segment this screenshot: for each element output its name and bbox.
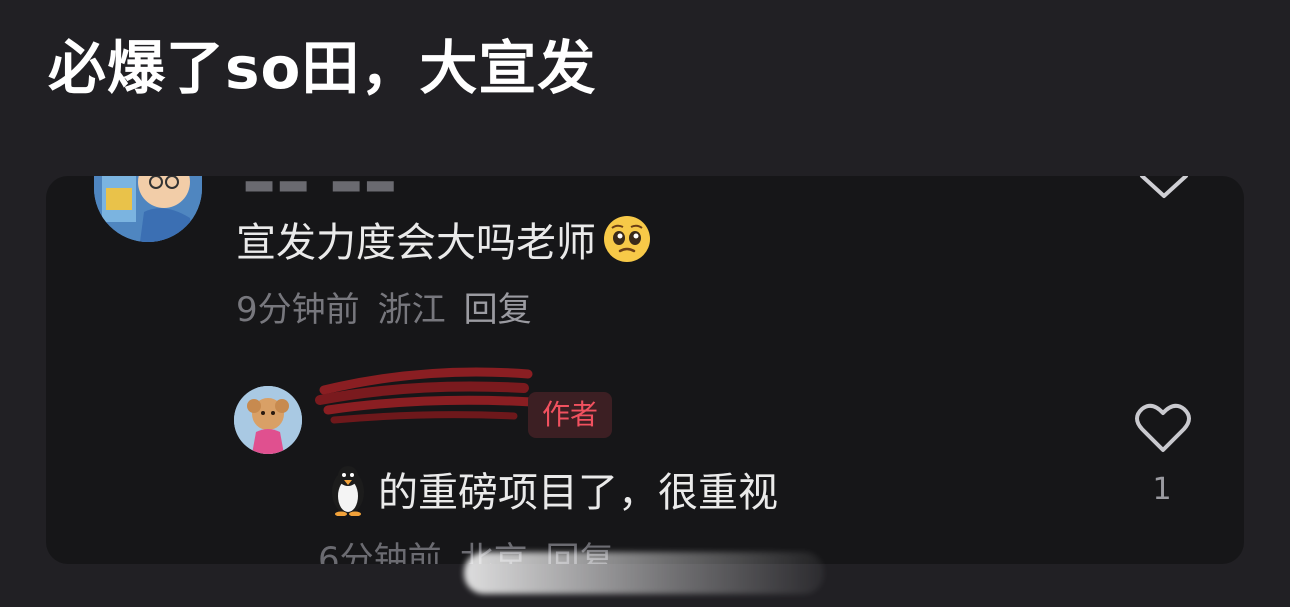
blurred-watermark bbox=[464, 552, 824, 594]
commenter-avatar[interactable] bbox=[94, 176, 202, 242]
reply-time: 6分钟前 bbox=[318, 540, 442, 564]
commenter-name-cropped: ▂▂ ▂▂ bbox=[246, 176, 401, 192]
comment-body: 宣发力度会大吗老师 bbox=[236, 220, 596, 266]
comment-reply-button[interactable]: 回复 bbox=[464, 290, 532, 330]
comment-meta: 9分钟前 浙江 回复 bbox=[236, 286, 550, 334]
chevron-down-icon[interactable] bbox=[1136, 176, 1192, 206]
heart-icon[interactable] bbox=[1134, 402, 1192, 454]
comment-location: 浙江 bbox=[377, 290, 446, 330]
screenshot-page: 必爆了so田，大宣发 ▂▂ ▂▂ 宣发力度会大吗老师 bbox=[0, 0, 1290, 607]
reply-text: 的重磅项目了，很重视 bbox=[328, 464, 778, 521]
comment-text: 宣发力度会大吗老师 bbox=[236, 214, 652, 271]
author-badge: 作者 bbox=[528, 392, 613, 438]
post-headline: 必爆了so田，大宣发 bbox=[48, 34, 597, 102]
author-name-redacted bbox=[314, 360, 537, 432]
author-avatar[interactable] bbox=[234, 386, 302, 454]
comment-card: ▂▂ ▂▂ 宣发力度会大吗老师 9分钟前浙江回复 bbox=[46, 176, 1244, 564]
reply-body: 的重磅项目了，很重视 bbox=[378, 470, 778, 516]
penguin-emoji bbox=[328, 464, 368, 517]
like-count: 1 bbox=[1152, 472, 1172, 507]
pleading-face-emoji bbox=[602, 214, 652, 264]
comment-time: 9分钟前 bbox=[236, 290, 360, 330]
